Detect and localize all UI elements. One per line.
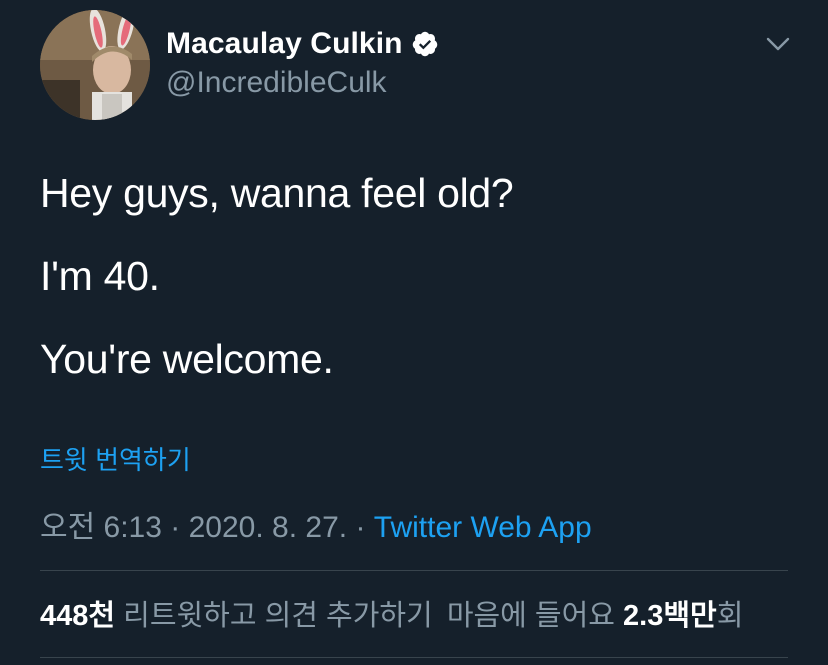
author-name[interactable]: Macaulay Culkin	[166, 27, 403, 61]
retweets-label[interactable]: 리트윗하고 의견 추가하기	[123, 600, 433, 632]
verified-badge-icon	[412, 31, 437, 57]
likes-suffix: 회	[716, 600, 744, 632]
likes-count[interactable]: 2.3백만	[623, 600, 717, 632]
avatar[interactable]	[40, 10, 150, 120]
tweet-metadata: 오전 6:13 · 2020. 8. 27. · Twitter Web App	[40, 502, 592, 546]
meta-separator: ·	[170, 511, 181, 544]
author-handle[interactable]: @IncredibleCulk	[166, 66, 387, 100]
divider	[40, 657, 788, 658]
retweets-count[interactable]: 448천	[40, 600, 115, 632]
tweet-text-line-3: You're welcome.	[40, 336, 334, 382]
meta-separator: ·	[355, 511, 366, 544]
author-name-row[interactable]: Macaulay Culkin	[166, 26, 439, 62]
divider	[40, 570, 788, 571]
tweet-text-line-2: I'm 40.	[40, 253, 160, 299]
tweet-time[interactable]: 오전 6:13	[40, 511, 162, 544]
avatar-image	[40, 10, 150, 120]
tweet-stats: 448천 리트윗하고 의견 추가하기 마음에 들어요 2.3백만회	[40, 592, 743, 634]
translate-tweet-link[interactable]: 트윗 번역하기	[40, 440, 191, 477]
tweet-source-link[interactable]: Twitter Web App	[374, 511, 592, 544]
tweet-date[interactable]: 2020. 8. 27.	[189, 511, 347, 544]
tweet-text-line-1: Hey guys, wanna feel old?	[40, 170, 514, 216]
chevron-down-icon[interactable]	[764, 32, 792, 56]
likes-label[interactable]: 마음에 들어요	[447, 600, 615, 632]
